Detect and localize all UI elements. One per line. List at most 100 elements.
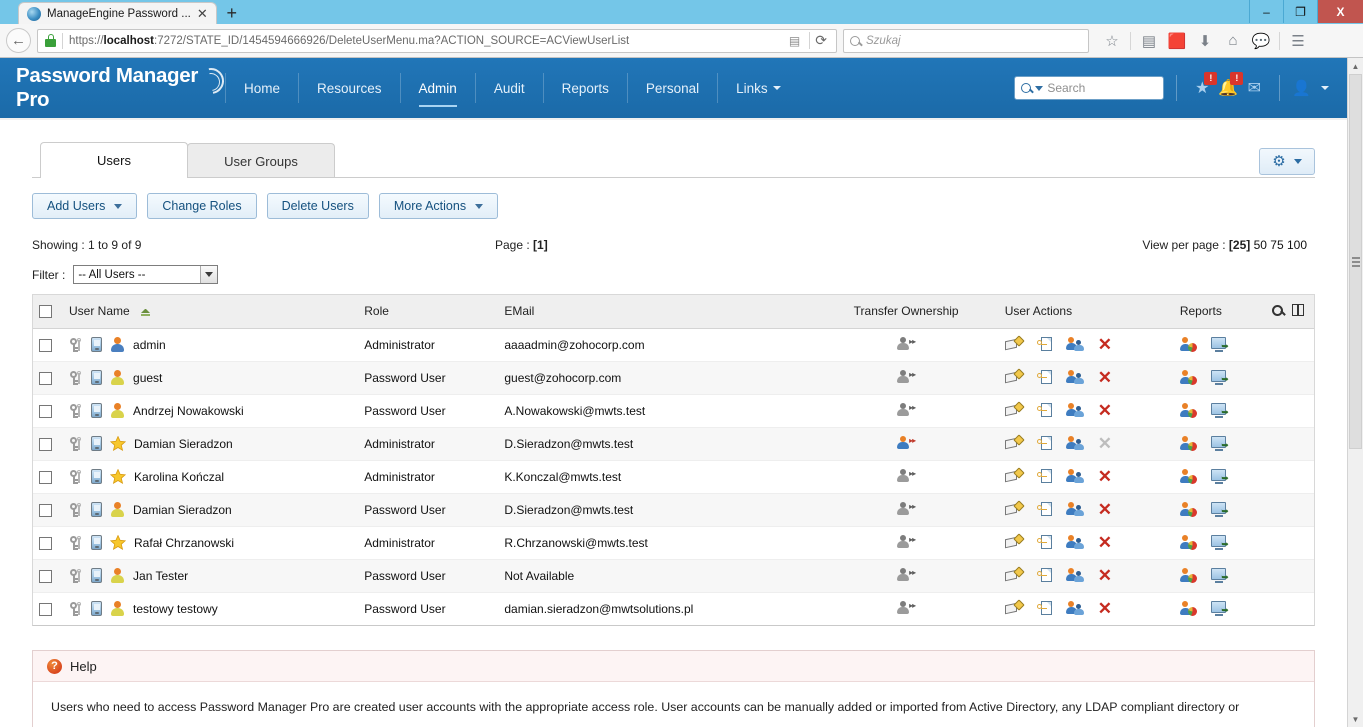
key-icon[interactable] xyxy=(69,502,83,517)
view-password-icon[interactable] xyxy=(1036,600,1052,617)
edit-user-icon[interactable] xyxy=(1004,401,1025,418)
key-icon[interactable] xyxy=(69,337,83,352)
nav-item-resources[interactable]: Resources xyxy=(298,73,400,103)
nav-item-personal[interactable]: Personal xyxy=(626,73,717,103)
session-report-icon[interactable]: ➥ xyxy=(1210,337,1229,352)
more-actions-button[interactable]: More Actions xyxy=(378,193,499,219)
row-checkbox[interactable] xyxy=(39,371,52,385)
row-checkbox[interactable] xyxy=(39,338,52,352)
user-menu[interactable]: 👤 xyxy=(1292,79,1329,97)
delete-user-icon[interactable]: ✕ xyxy=(1098,600,1112,617)
page-scrollbar[interactable]: ▲ ▼ xyxy=(1347,58,1363,727)
mobile-access-icon[interactable] xyxy=(91,469,103,484)
transfer-ownership-icon[interactable]: ▸▸ xyxy=(897,600,916,615)
delete-user-icon[interactable]: ✕ xyxy=(1098,402,1112,419)
nav-item-audit[interactable]: Audit xyxy=(474,73,543,103)
row-checkbox[interactable] xyxy=(39,602,52,616)
view-per-page-current[interactable]: [25] xyxy=(1229,238,1250,252)
table-row[interactable]: Karolina Kończal Administrator K.Konczal@m… xyxy=(33,460,1314,494)
view-password-icon[interactable] xyxy=(1036,534,1052,551)
transfer-ownership-icon[interactable]: ▸▸ xyxy=(897,501,916,516)
tab-user-groups[interactable]: User Groups xyxy=(187,143,335,178)
key-icon[interactable] xyxy=(69,370,83,385)
back-button-icon[interactable]: ← xyxy=(6,28,31,53)
column-header-email[interactable]: EMail xyxy=(498,295,814,329)
column-header-user-name[interactable]: User Name xyxy=(63,295,359,329)
view-password-icon[interactable] xyxy=(1036,402,1052,419)
address-bar[interactable]: https://localhost:7272/STATE_ID/14545946… xyxy=(37,28,837,53)
view-password-icon[interactable] xyxy=(1036,501,1052,518)
scrollbar-thumb[interactable] xyxy=(1349,74,1362,449)
tab-users[interactable]: Users xyxy=(40,142,188,178)
key-icon[interactable] xyxy=(69,601,83,616)
user-report-icon[interactable] xyxy=(1179,535,1197,550)
add-users-button[interactable]: Add Users xyxy=(32,193,138,219)
new-tab-button[interactable]: + xyxy=(217,2,247,24)
browser-search-input[interactable]: Szukaj xyxy=(843,28,1089,53)
session-report-icon[interactable]: ➥ xyxy=(1210,436,1229,451)
edit-user-icon[interactable] xyxy=(1004,566,1025,583)
session-report-icon[interactable]: ➥ xyxy=(1210,370,1229,385)
view-password-icon[interactable] xyxy=(1036,369,1052,386)
key-icon[interactable] xyxy=(69,469,83,484)
filter-select[interactable]: -- All Users -- xyxy=(73,265,219,284)
view-per-page-options[interactable]: 50 75 100 xyxy=(1254,238,1307,252)
search-icon[interactable] xyxy=(1272,304,1283,316)
nav-item-admin[interactable]: Admin xyxy=(399,73,475,107)
transfer-ownership-icon[interactable]: ▸▸ xyxy=(897,468,916,483)
favorites-star-icon[interactable]: ★! xyxy=(1189,72,1218,101)
edit-user-icon[interactable] xyxy=(1004,434,1025,451)
user-report-icon[interactable] xyxy=(1179,469,1197,484)
table-row[interactable]: guest Password User guest@zohocorp.com ▸▸ ✕ ➥ xyxy=(33,361,1314,395)
session-report-icon[interactable]: ➥ xyxy=(1210,502,1229,517)
table-row[interactable]: Rafał Chrzanowski Administrator R.Chrzanow… xyxy=(33,526,1314,560)
sort-ascending-icon[interactable] xyxy=(141,308,151,316)
chevron-down-icon[interactable] xyxy=(1035,85,1044,91)
table-row[interactable]: testowy testowy Password User damian.siera… xyxy=(33,592,1314,625)
edit-user-icon[interactable] xyxy=(1004,533,1025,550)
row-checkbox[interactable] xyxy=(39,503,52,517)
edit-user-icon[interactable] xyxy=(1004,500,1025,517)
edit-user-icon[interactable] xyxy=(1004,599,1025,616)
session-report-icon[interactable]: ➥ xyxy=(1210,403,1229,418)
minimize-button[interactable]: – xyxy=(1249,0,1283,23)
row-checkbox[interactable] xyxy=(39,470,52,484)
reload-icon[interactable]: ⟳ xyxy=(809,32,832,49)
transfer-ownership-icon[interactable]: ▸▸ xyxy=(897,435,916,450)
download-icon[interactable]: ⬇ xyxy=(1192,28,1218,54)
browser-tab[interactable]: ManageEngine Password ... ✕ xyxy=(18,2,217,24)
view-password-icon[interactable] xyxy=(1036,468,1052,485)
select-all-checkbox[interactable] xyxy=(39,305,52,319)
column-settings-icon[interactable] xyxy=(1292,303,1304,317)
transfer-ownership-icon[interactable]: ▸▸ xyxy=(897,402,916,417)
user-report-icon[interactable] xyxy=(1179,370,1197,385)
row-checkbox[interactable] xyxy=(39,569,52,583)
app-logo[interactable]: Password Manager Pro xyxy=(0,62,230,112)
session-report-icon[interactable]: ➥ xyxy=(1210,601,1229,617)
table-row[interactable]: Damian Sieradzon Password User D.Sieradzon… xyxy=(33,493,1314,527)
transfer-ownership-icon[interactable]: ▸▸ xyxy=(897,369,916,384)
table-row[interactable]: admin Administrator aaaadmin@zohocorp.com ▸… xyxy=(33,328,1314,362)
user-groups-icon[interactable] xyxy=(1065,469,1084,484)
pocket-icon[interactable]: 🟥 xyxy=(1164,28,1190,54)
user-groups-icon[interactable] xyxy=(1065,502,1084,517)
mobile-access-icon[interactable] xyxy=(91,370,103,385)
row-checkbox[interactable] xyxy=(39,536,52,550)
table-row[interactable]: Jan Tester Password User Not Available ▸▸ ✕ ➥ xyxy=(33,559,1314,593)
reading-list-icon[interactable]: ▤ xyxy=(1136,28,1162,54)
delete-users-button[interactable]: Delete Users xyxy=(266,193,369,219)
settings-gear-button[interactable]: ⚙ xyxy=(1259,148,1315,175)
mobile-access-icon[interactable] xyxy=(91,535,103,550)
user-groups-icon[interactable] xyxy=(1065,568,1084,583)
user-report-icon[interactable] xyxy=(1179,568,1197,583)
mobile-access-icon[interactable] xyxy=(91,601,103,617)
session-report-icon[interactable]: ➥ xyxy=(1210,469,1229,484)
app-search-input[interactable]: Search xyxy=(1014,76,1165,100)
user-report-icon[interactable] xyxy=(1179,403,1197,418)
transfer-ownership-icon[interactable]: ▸▸ xyxy=(897,567,916,582)
mobile-access-icon[interactable] xyxy=(91,502,103,517)
view-password-icon[interactable] xyxy=(1036,435,1052,452)
view-password-icon[interactable] xyxy=(1036,336,1052,353)
view-password-icon[interactable] xyxy=(1036,567,1052,584)
transfer-ownership-icon[interactable]: ▸▸ xyxy=(897,336,916,351)
